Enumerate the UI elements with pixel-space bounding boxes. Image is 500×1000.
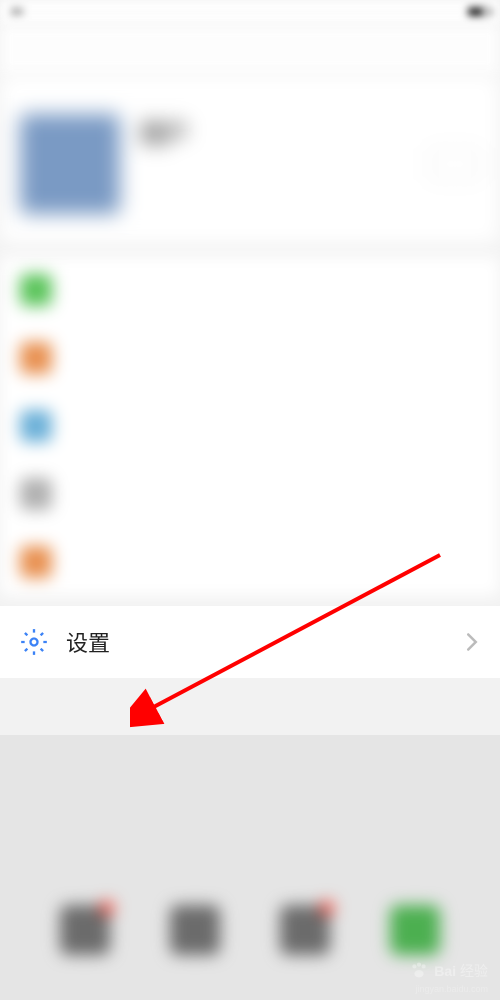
profile-action-button[interactable] — [430, 149, 480, 179]
avatar[interactable] — [20, 114, 120, 214]
tab-bar — [0, 905, 500, 955]
list-label — [70, 549, 106, 575]
list-item[interactable] — [0, 528, 500, 596]
battery-icon — [468, 7, 490, 17]
list-item[interactable] — [0, 324, 500, 392]
profile-name: 用户 — [140, 114, 410, 149]
status-time: 30 — [10, 5, 23, 19]
list-label — [70, 345, 106, 371]
list-item[interactable] — [0, 460, 500, 528]
list-icon — [20, 410, 52, 442]
tab-item-2[interactable] — [170, 905, 220, 955]
watermark-brand-b: 经验 — [460, 961, 488, 981]
badge-icon — [320, 901, 334, 915]
status-bar: 30 — [0, 0, 500, 24]
list-label — [70, 413, 124, 439]
paw-icon — [408, 960, 430, 982]
tab-item-4[interactable] — [390, 905, 440, 955]
settings-label: 设置 — [66, 626, 446, 658]
chevron-right-icon — [464, 632, 480, 652]
profile-text: 用户 — [140, 114, 410, 159]
header-area — [0, 24, 500, 74]
tab-item-1[interactable] — [60, 905, 110, 955]
status-right — [468, 7, 490, 17]
tab-item-3[interactable] — [280, 905, 330, 955]
settings-row[interactable]: 设置 — [0, 606, 500, 678]
list-label — [70, 481, 106, 507]
list-icon — [20, 342, 52, 374]
list-item[interactable] — [0, 392, 500, 460]
watermark-brand-a: Bai — [434, 963, 456, 979]
list-label — [70, 277, 106, 303]
watermark-url: jingyan.baidu.com — [415, 984, 488, 994]
menu-list — [0, 256, 500, 596]
list-icon — [20, 546, 52, 578]
badge-icon — [100, 901, 114, 915]
list-icon — [20, 478, 52, 510]
gear-icon — [20, 628, 48, 656]
profile-section[interactable]: 用户 — [0, 74, 500, 244]
watermark: Bai 经验 — [408, 960, 488, 982]
list-icon — [20, 274, 52, 306]
list-item[interactable] — [0, 256, 500, 324]
